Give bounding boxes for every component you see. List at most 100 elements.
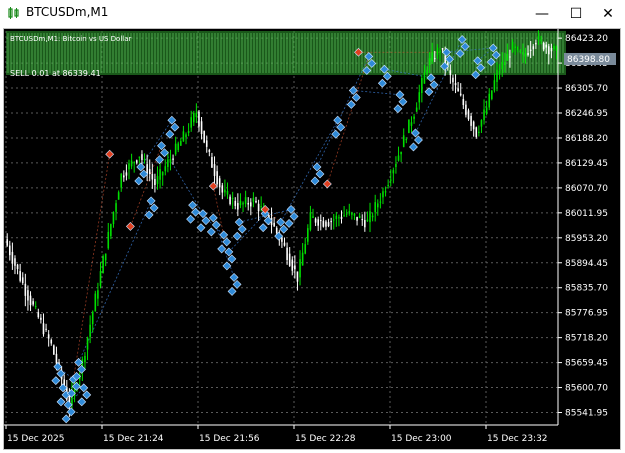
candle-body [537, 36, 540, 40]
candle-body [426, 69, 428, 75]
candle-body [273, 222, 275, 227]
candle-body [288, 253, 291, 266]
y-tick-label: 86011.95 [565, 209, 608, 219]
candle-body [296, 271, 299, 282]
candle-body [190, 117, 192, 128]
candle-body [434, 58, 436, 60]
maximize-button[interactable]: ☐ [559, 0, 593, 28]
candle-body [34, 306, 37, 308]
candle-body [555, 46, 558, 51]
candle-body [304, 244, 307, 254]
candle-body [47, 334, 50, 339]
candle-body [104, 253, 107, 261]
candle-body [478, 131, 480, 133]
candle-body [317, 219, 319, 226]
candle-body [395, 163, 397, 167]
candle-body [283, 242, 286, 246]
candle-body [400, 151, 402, 155]
candle-body [40, 317, 42, 320]
candle-body [351, 212, 353, 215]
candle-body [102, 256, 104, 274]
candle-body [529, 49, 532, 51]
y-tick-label: 85600.70 [565, 384, 608, 394]
candle-body [211, 157, 213, 168]
candle-body [301, 252, 304, 266]
close-button[interactable]: ✕ [591, 0, 625, 28]
candle-body [115, 203, 117, 212]
candle-body [216, 171, 218, 185]
candle-body [45, 328, 47, 330]
candle-body [97, 290, 99, 299]
candle-body [501, 61, 503, 70]
x-tick-label: 15 Dec 22:28 [295, 434, 356, 444]
chart-area[interactable]: 86423.2086364.4586305.7086246.9586188.20… [3, 28, 621, 450]
candle-body [356, 216, 358, 221]
candle-body [244, 197, 247, 204]
y-tick-label: 85894.45 [565, 259, 608, 269]
candle-body [338, 217, 340, 219]
candle-body [24, 283, 27, 296]
candle-body [53, 345, 55, 355]
candle-body [553, 46, 555, 50]
y-tick-label: 85659.45 [565, 359, 608, 369]
trade-label: SELL 0.01 at 86339.41 [10, 69, 101, 78]
candle-body [94, 293, 97, 312]
candle-body [299, 259, 301, 278]
candle-body [234, 200, 237, 206]
candle-body [242, 202, 244, 205]
candle-body [548, 46, 550, 55]
candle-body [42, 323, 45, 335]
candle-body [516, 46, 519, 51]
candlestick-icon [8, 7, 19, 19]
candle-body [475, 127, 478, 138]
candle-body [281, 237, 283, 242]
candle-body [493, 80, 496, 91]
candle-body [29, 295, 32, 306]
candle-body [545, 44, 548, 48]
candle-body [32, 301, 34, 305]
candle-body [205, 140, 208, 147]
x-tick-label: 15 Dec 21:24 [103, 434, 164, 444]
candle-body [345, 213, 348, 215]
candle-body [387, 184, 389, 187]
candle-body [107, 231, 110, 249]
candle-body [148, 169, 151, 175]
candle-body [221, 185, 224, 193]
candle-body [542, 42, 545, 50]
price-chart[interactable]: 86423.2086364.4586305.7086246.9586188.20… [4, 29, 620, 449]
candle-body [402, 135, 405, 148]
candle-body [423, 72, 426, 84]
candle-body [286, 247, 288, 260]
minimize-button[interactable]: — [525, 0, 559, 28]
candle-body [125, 172, 128, 176]
candle-body [366, 219, 369, 222]
current-price-label: 86398.80 [567, 55, 610, 65]
candle-body [294, 265, 296, 270]
candle-body [371, 215, 374, 218]
candle-body [151, 174, 154, 180]
candle-body [498, 71, 501, 74]
candle-body [224, 189, 226, 193]
candle-body [135, 160, 138, 163]
candle-body [319, 220, 322, 222]
candle-body [439, 51, 441, 53]
candle-body [239, 200, 242, 206]
candle-body [218, 178, 221, 188]
candle-body [174, 143, 177, 155]
candle-body [291, 259, 294, 271]
candle-body [327, 222, 330, 227]
candle-body [203, 130, 205, 143]
candle-body [428, 58, 431, 65]
candle-body [314, 218, 317, 223]
candle-body [255, 200, 257, 203]
candle-body [535, 42, 537, 45]
candle-body [506, 53, 509, 61]
candle-body [467, 110, 470, 120]
x-tick-label: 15 Dec 23:32 [487, 434, 548, 444]
candle-body [307, 228, 309, 242]
candle-body [522, 52, 524, 55]
candle-body [550, 47, 553, 52]
candle-body [392, 170, 395, 174]
candle-body [180, 141, 182, 146]
candle-body [120, 173, 123, 188]
